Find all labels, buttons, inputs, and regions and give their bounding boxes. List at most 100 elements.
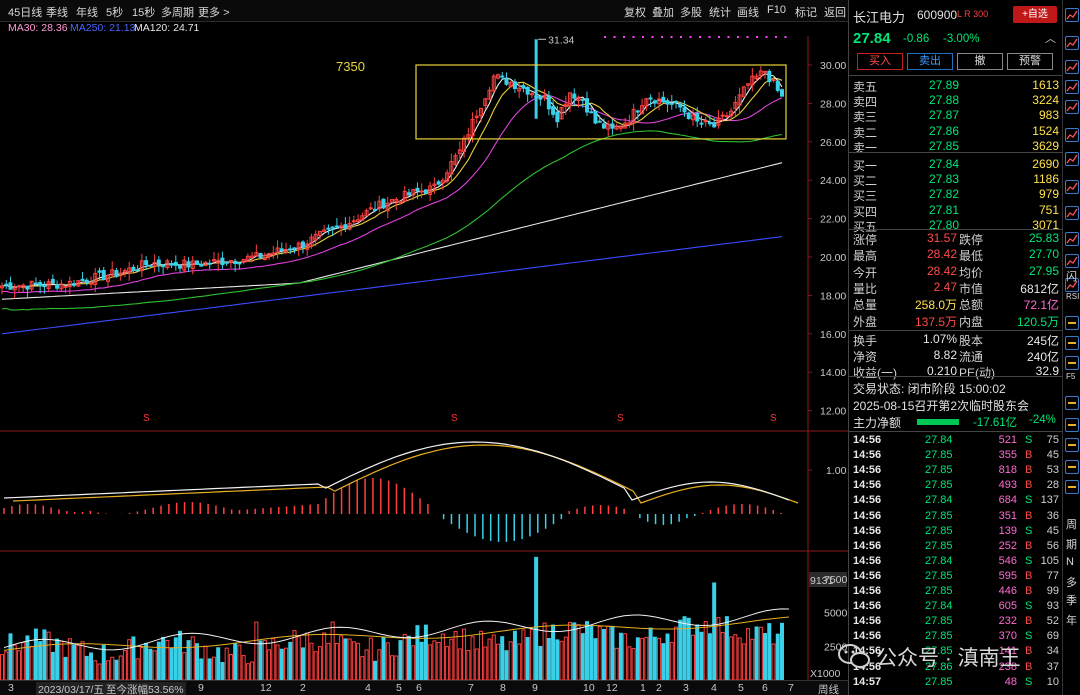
candle xyxy=(699,122,704,125)
volume-bar xyxy=(245,663,250,680)
candle xyxy=(343,224,348,230)
side-label[interactable]: 周 xyxy=(1066,516,1077,532)
volume-bar xyxy=(746,628,751,680)
ma30-line xyxy=(1,95,783,294)
volume-bar xyxy=(690,634,695,680)
chevron-up-icon[interactable]: ︿ xyxy=(1045,30,1056,46)
tool-icon[interactable] xyxy=(1065,206,1079,220)
volume-bar xyxy=(695,624,700,680)
stat-label: 内盘 xyxy=(959,314,984,329)
bid-row: 买四 27.81 751 xyxy=(849,203,1063,219)
volume-bar xyxy=(606,625,611,680)
multi-stock-button[interactable]: 多股 xyxy=(680,4,702,20)
tool-icon[interactable] xyxy=(1065,60,1079,74)
volume-bar xyxy=(186,640,191,680)
volume-bar xyxy=(190,636,195,680)
tool-icon[interactable] xyxy=(1065,254,1079,268)
candle xyxy=(712,122,717,128)
tool-icon[interactable] xyxy=(1065,418,1079,432)
tool-icon[interactable] xyxy=(1065,396,1079,410)
multi-period-button[interactable]: 多周期 xyxy=(161,4,194,20)
candle xyxy=(300,241,305,248)
tick-row: 14:56 27.84 521 S 75 xyxy=(849,434,1063,449)
side-label[interactable]: 多 xyxy=(1066,574,1077,590)
cancel-order-button[interactable]: 撤 xyxy=(957,53,1003,70)
volume-bar xyxy=(763,632,768,680)
candlestick-chart[interactable]: 30.00 28.00 26.00 24.00 22.00 20.00 18.00 16.00… xyxy=(0,36,848,432)
tick-row: 14:56 27.85 232 B 52 xyxy=(849,615,1063,630)
stat-label: 净资 xyxy=(853,350,878,365)
overlay-button[interactable]: 叠加 xyxy=(652,4,674,20)
tool-icon[interactable] xyxy=(1065,152,1079,166)
alert-button[interactable]: 预警 xyxy=(1007,53,1053,70)
side-label[interactable]: N xyxy=(1066,556,1074,568)
tool-icon[interactable] xyxy=(1065,180,1079,194)
tool-icon[interactable] xyxy=(1065,80,1079,94)
volume-bar xyxy=(347,638,352,680)
tool-icon[interactable] xyxy=(1065,100,1079,114)
tick-direction: S xyxy=(1025,554,1033,567)
tick-row: 14:56 27.84 605 S 93 xyxy=(849,600,1063,615)
side-label[interactable]: 期 xyxy=(1066,536,1077,552)
sell-button[interactable]: 卖出 xyxy=(907,53,953,70)
tool-icon[interactable] xyxy=(1065,8,1079,22)
tool-icon[interactable] xyxy=(1065,438,1079,452)
period-quarter-button[interactable]: 季线 xyxy=(46,4,68,20)
quote-header: 长江电力 600900 L R 300 +自选 xyxy=(849,0,1063,26)
volume-bar xyxy=(275,644,280,680)
f10-button[interactable]: F10 xyxy=(767,4,786,16)
candle xyxy=(669,102,674,105)
side-label[interactable]: 季 xyxy=(1066,592,1077,608)
candle xyxy=(529,93,534,96)
draw-line-button[interactable]: 画线 xyxy=(737,4,759,20)
candle xyxy=(763,70,768,73)
volume-bar xyxy=(601,628,606,680)
tick-direction: B xyxy=(1025,585,1033,597)
macd-chart[interactable]: 1.00 xyxy=(0,432,848,552)
chart-tool-icon-path xyxy=(1066,208,1078,218)
tool-icon[interactable] xyxy=(1065,356,1079,370)
tool-icon[interactable] xyxy=(1065,36,1079,50)
side-label[interactable]: F5 xyxy=(1066,372,1075,381)
price-change-percent: -3.00% xyxy=(943,33,980,45)
volume-bar xyxy=(593,638,598,680)
candle xyxy=(148,264,153,267)
period-5sec-button[interactable]: 5秒 xyxy=(106,4,123,20)
adjust-button[interactable]: 复权 xyxy=(624,4,646,20)
chart-tool-icon-path xyxy=(1066,234,1078,244)
back-button[interactable]: 返回 xyxy=(824,4,846,20)
volume-bar xyxy=(313,651,318,680)
tool-icon[interactable] xyxy=(1065,336,1079,350)
tick-row: 14:56 27.85 595 B 77 xyxy=(849,570,1063,585)
period-45day-button[interactable]: 45日线 xyxy=(8,4,42,20)
chart-tool-icon xyxy=(1066,62,1078,72)
order-volume: 1186 xyxy=(1033,172,1059,187)
tool-icon[interactable] xyxy=(1065,480,1079,494)
candle xyxy=(521,85,526,89)
candle xyxy=(233,260,238,264)
tool-icon[interactable] xyxy=(1065,316,1079,330)
side-label[interactable]: 年 xyxy=(1066,612,1077,628)
side-label[interactable]: 闪 xyxy=(1066,268,1077,284)
period-15sec-button[interactable]: 15秒 xyxy=(132,4,155,20)
announcement-link[interactable]: 2025-08-15召开第2次临时股东会 xyxy=(853,397,1029,414)
volume-bar xyxy=(419,641,424,680)
stats-button[interactable]: 统计 xyxy=(709,4,731,20)
buy-button[interactable]: 买入 xyxy=(857,53,903,70)
mark-button[interactable]: 标记 xyxy=(795,4,817,20)
tool-icon[interactable] xyxy=(1065,128,1079,142)
candle xyxy=(118,272,123,275)
side-label[interactable]: RSI xyxy=(1066,292,1079,301)
candle xyxy=(436,181,441,185)
tool-icon[interactable] xyxy=(1065,232,1079,246)
price-change: -0.86 xyxy=(903,33,930,45)
volume-tick-label: 5000 xyxy=(824,608,848,620)
volume-bar xyxy=(118,655,123,680)
volume-bar xyxy=(411,645,416,680)
more-menu-button[interactable]: 更多 > xyxy=(198,4,230,20)
period-year-button[interactable]: 年线 xyxy=(76,4,98,20)
tool-icon[interactable] xyxy=(1065,460,1079,474)
candle xyxy=(55,284,60,289)
volume-chart[interactable]: 9131750050002500X1000 xyxy=(0,552,848,680)
add-watchlist-button[interactable]: +自选 xyxy=(1013,6,1057,23)
